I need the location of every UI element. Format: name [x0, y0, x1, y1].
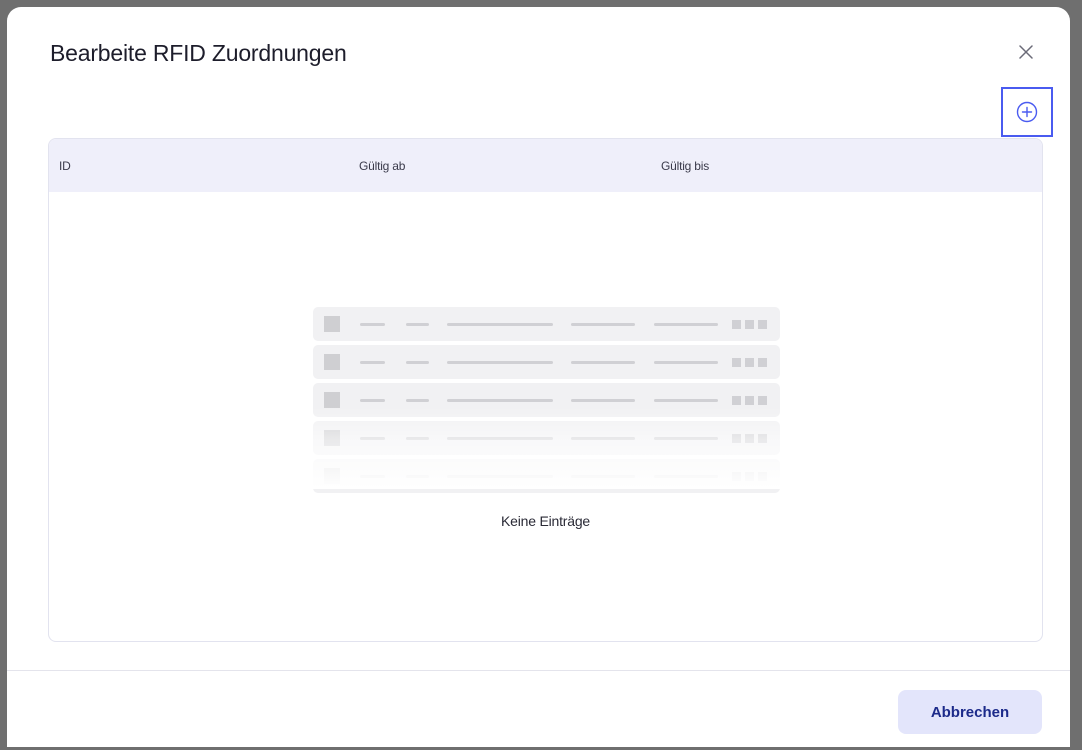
rfid-dialog: Bearbeite RFID Zuordnungen ID Gültig ab …: [7, 7, 1070, 747]
placeholder-row: [313, 345, 780, 379]
empty-state-message: Keine Einträge: [500, 513, 591, 529]
footer-divider: [7, 670, 1070, 671]
rfid-table: ID Gültig ab Gültig bis Keine Einträge: [48, 138, 1043, 642]
column-header-id[interactable]: ID: [59, 159, 71, 173]
column-header-valid-to[interactable]: Gültig bis: [661, 159, 709, 173]
illustration-fade: [313, 407, 780, 489]
placeholder-row: [313, 307, 780, 341]
column-header-valid-from[interactable]: Gültig ab: [359, 159, 405, 173]
add-entry-button[interactable]: [1001, 87, 1053, 137]
close-icon: [1019, 45, 1033, 59]
empty-state-illustration: [313, 307, 780, 493]
table-header: ID Gültig ab Gültig bis: [49, 139, 1042, 192]
close-button[interactable]: [1013, 39, 1039, 65]
dialog-title: Bearbeite RFID Zuordnungen: [50, 40, 347, 66]
plus-circle-icon: [1016, 101, 1038, 123]
cancel-button[interactable]: Abbrechen: [898, 690, 1042, 734]
